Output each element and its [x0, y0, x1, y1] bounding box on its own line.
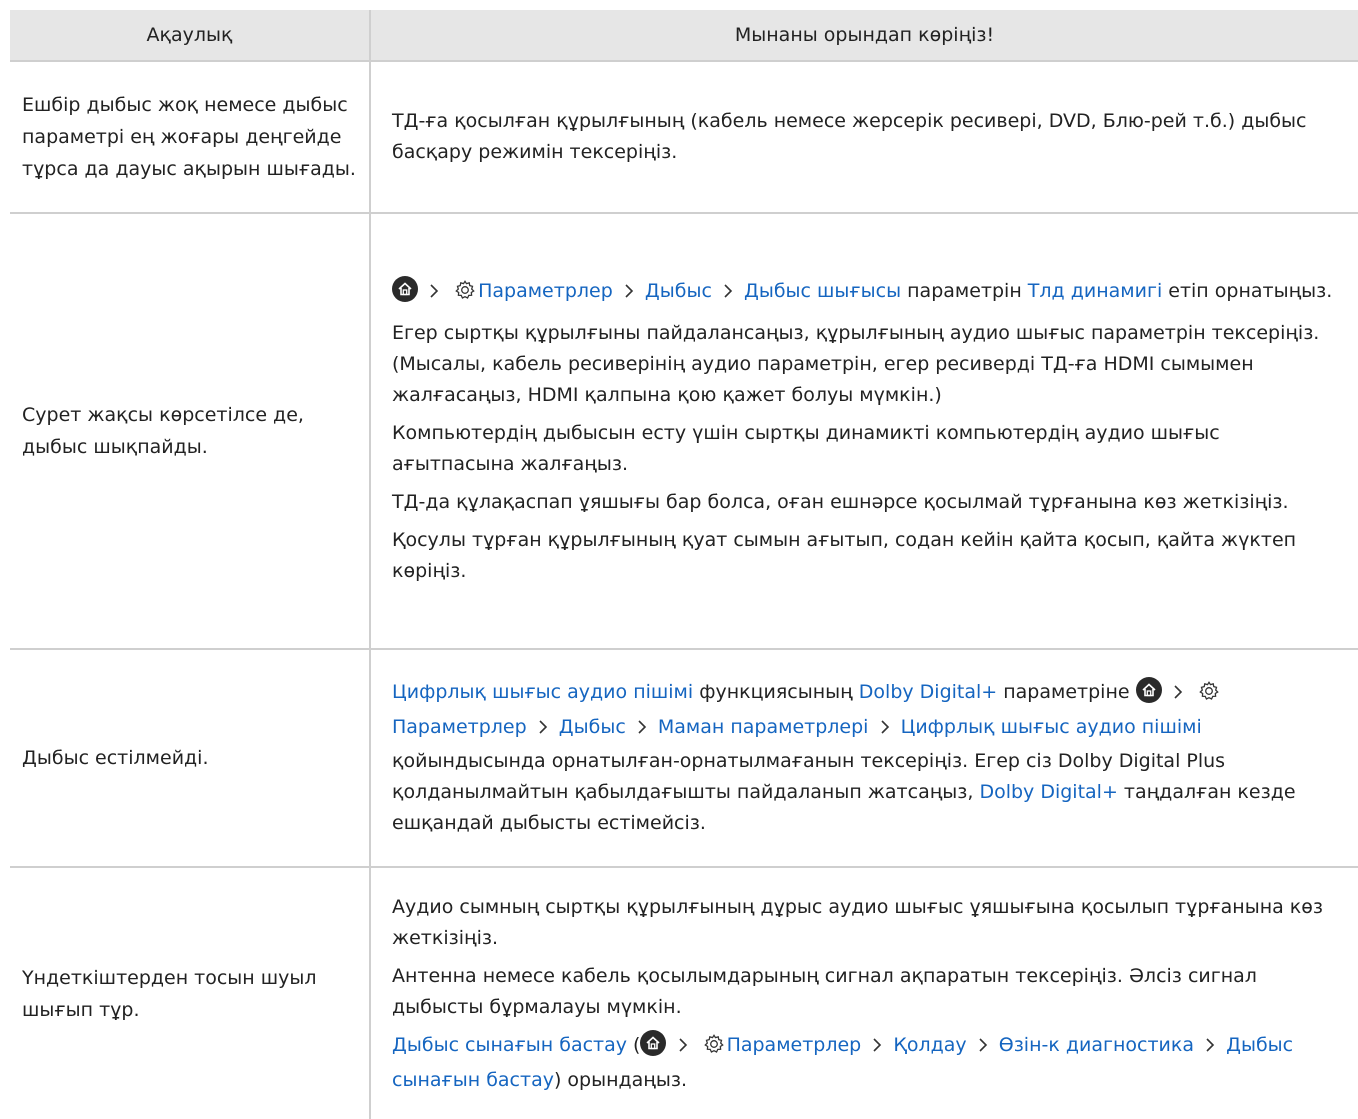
chevron-right-icon [636, 715, 648, 746]
support-link[interactable]: Қолдау [893, 1034, 966, 1056]
problem-cell: Сурет жақсы көрсетілсе де, дыбыс шықпайд… [10, 213, 371, 650]
sound-link[interactable]: Дыбыс [645, 280, 712, 302]
gear-icon [454, 279, 476, 311]
chevron-right-icon [879, 715, 891, 746]
sound-test-link[interactable]: Дыбыс сынағын бастау [392, 1034, 627, 1056]
table-row: Үндеткіштерден тосын шуыл шығып тұр. Ауд… [10, 867, 1358, 1119]
tv-speaker-link[interactable]: Тлд динамигі [1028, 280, 1162, 302]
solution-text: Аудио сымның сыртқы құрылғының дұрыс ауд… [392, 895, 1323, 949]
digital-audio-format-link[interactable]: Цифрлық шығыс аудио пішімі [392, 681, 693, 703]
solution-text: ТД-да құлақаспап ұяшығы бар болса, оған … [392, 490, 1289, 513]
home-icon [640, 1029, 667, 1056]
text-segment: параметрін [901, 279, 1028, 302]
text-segment: ) орындаңыз. [553, 1068, 688, 1091]
chevron-right-icon [537, 715, 549, 746]
home-icon [392, 275, 418, 302]
solution-text: Компьютердің дыбысын есту үшін сыртқы ди… [392, 421, 1220, 475]
header-solution: Мынаны орындап көріңіз! [370, 10, 1358, 62]
settings-link[interactable]: Параметрлер [727, 1034, 862, 1056]
chevron-right-icon [428, 279, 440, 310]
text-segment: параметріне [997, 681, 1136, 703]
problem-cell: Ешбір дыбыс жоқ немесе дыбыс параметрі е… [10, 61, 371, 214]
sound-link[interactable]: Дыбыс [559, 716, 626, 738]
chevron-right-icon [977, 1033, 989, 1064]
solution-text: Параметрлер Дыбыс Дыбыс шығысы параметрі… [392, 275, 1346, 311]
troubleshooting-table: Ақаулық Мынаны орындап көріңіз! Ешбір ды… [10, 10, 1358, 1119]
chevron-right-icon [623, 279, 635, 310]
sound-output-link[interactable]: Дыбыс шығысы [744, 280, 901, 302]
chevron-right-icon [1204, 1033, 1216, 1064]
settings-link[interactable]: Параметрлер [392, 716, 527, 738]
solution-text: Дыбыс сынағын бастау ( Параметрлер Қолда… [392, 1029, 1346, 1096]
home-icon [1135, 677, 1162, 703]
solution-text: Егер сыртқы құрылғыны пайдалансаңыз, құр… [392, 321, 1320, 406]
solution-cell: ТД-ға қосылған құрылғының (кабель немесе… [370, 61, 1358, 214]
text-segment: ( [627, 1033, 641, 1056]
chevron-right-icon [722, 279, 734, 310]
solution-text: Қосулы тұрған құрылғының қуат сымын ағыт… [392, 528, 1297, 582]
table-row: Дыбыс естілмейді. Цифрлық шығыс аудио пі… [10, 649, 1358, 868]
dolby-digital-plus-link[interactable]: Dolby Digital+ [859, 681, 997, 703]
digital-audio-format-link[interactable]: Цифрлық шығыс аудио пішімі [901, 716, 1202, 738]
chevron-right-icon [871, 1033, 883, 1064]
dolby-digital-plus-link[interactable]: Dolby Digital+ [979, 781, 1117, 803]
solution-text: ТД-ға қосылған құрылғының (кабель немесе… [392, 110, 1307, 163]
solution-text: Антенна немесе кабель қосылымдарының сиг… [392, 964, 1257, 1018]
table-row: Сурет жақсы көрсетілсе де, дыбыс шықпайд… [10, 213, 1358, 650]
chevron-right-icon [1172, 680, 1184, 711]
settings-link[interactable]: Параметрлер [478, 280, 613, 302]
problem-cell: Үндеткіштерден тосын шуыл шығып тұр. [10, 867, 371, 1119]
text-segment: етіп орнатыңыз. [1162, 279, 1333, 302]
self-diagnosis-link[interactable]: Өзін-к диагностика [999, 1034, 1194, 1056]
solution-text: Цифрлық шығыс аудио пішімі функциясының … [392, 677, 1346, 839]
solution-cell: Параметрлер Дыбыс Дыбыс шығысы параметрі… [370, 213, 1358, 650]
header-problem: Ақаулық [10, 10, 371, 62]
gear-icon [703, 1033, 725, 1065]
chevron-right-icon [677, 1033, 689, 1064]
text-segment: функциясының [693, 681, 859, 703]
gear-icon [1198, 680, 1220, 712]
expert-settings-link[interactable]: Маман параметрлері [658, 716, 869, 738]
problem-cell: Дыбыс естілмейді. [10, 649, 371, 868]
solution-cell: Цифрлық шығыс аудио пішімі функциясының … [370, 649, 1358, 868]
table-row: Ешбір дыбыс жоқ немесе дыбыс параметрі е… [10, 61, 1358, 214]
solution-cell: Аудио сымның сыртқы құрылғының дұрыс ауд… [370, 867, 1358, 1119]
troubleshooting-table-container: Ақаулық Мынаны орындап көріңіз! Ешбір ды… [10, 10, 1358, 1119]
